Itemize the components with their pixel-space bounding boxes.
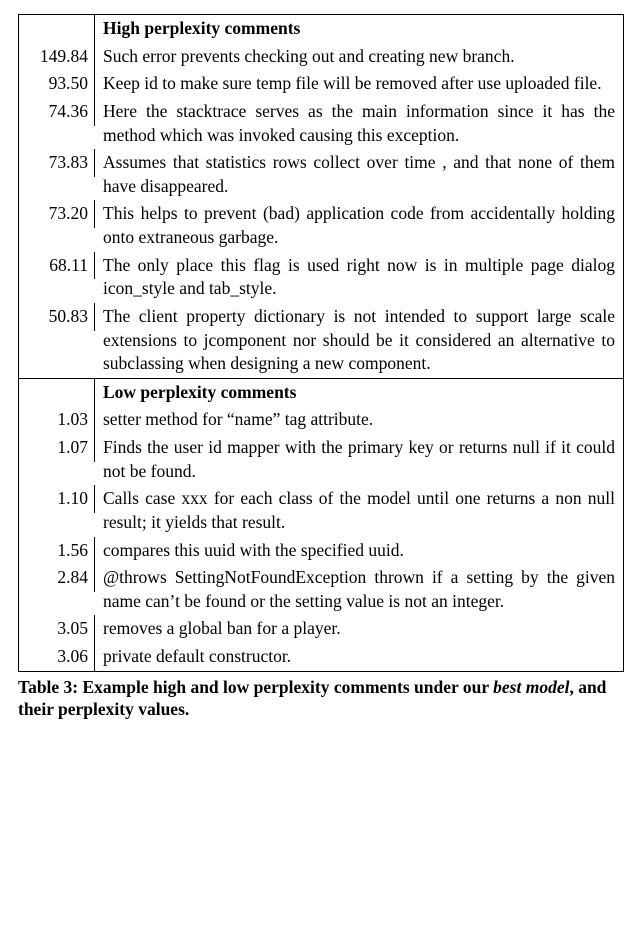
perplexity-value: 50.83 xyxy=(19,303,95,331)
perplexity-value: 73.83 xyxy=(19,149,95,177)
table-section: High perplexity comments149.84Such error… xyxy=(19,15,623,379)
table-row: 1.56compares this uuid with the specifie… xyxy=(19,537,623,565)
perplexity-value: 149.84 xyxy=(19,43,95,71)
perplexity-value: 93.50 xyxy=(19,70,95,98)
perplexity-value: 1.07 xyxy=(19,434,95,462)
comment-text: Keep id to make sure temp file will be r… xyxy=(95,70,623,98)
table-header-text: Low perplexity comments xyxy=(95,379,623,407)
perplexity-value: 1.56 xyxy=(19,537,95,565)
table-header-num xyxy=(19,15,95,43)
comment-text: The only place this flag is used right n… xyxy=(95,252,623,303)
table-row: 3.05removes a global ban for a player. xyxy=(19,615,623,643)
table-row: 73.83Assumes that statistics rows collec… xyxy=(19,149,623,200)
table-header-row: High perplexity comments xyxy=(19,15,623,43)
perplexity-value: 2.84 xyxy=(19,564,95,592)
perplexity-table: High perplexity comments149.84Such error… xyxy=(18,14,624,672)
caption-prefix: Table 3: Example high and low perplexity… xyxy=(18,677,493,697)
comment-text: removes a global ban for a player. xyxy=(95,615,623,643)
comment-text: Such error prevents checking out and cre… xyxy=(95,43,623,71)
perplexity-value: 73.20 xyxy=(19,200,95,228)
table-row: 50.83The client property dictionary is n… xyxy=(19,303,623,378)
comment-text: Here the stacktrace serves as the main i… xyxy=(95,98,623,149)
table-row: 1.03setter method for “name” tag attribu… xyxy=(19,406,623,434)
table-header-text: High perplexity comments xyxy=(95,15,623,43)
table-row: 149.84Such error prevents checking out a… xyxy=(19,43,623,71)
table-row: 1.07Finds the user id mapper with the pr… xyxy=(19,434,623,485)
comment-text: Finds the user id mapper with the primar… xyxy=(95,434,623,485)
perplexity-value: 3.06 xyxy=(19,643,95,671)
perplexity-value: 1.10 xyxy=(19,485,95,513)
comment-text: Assumes that statistics rows collect ove… xyxy=(95,149,623,200)
table-row: 1.10Calls case xxx for each class of the… xyxy=(19,485,623,536)
table-caption: Table 3: Example high and low perplexity… xyxy=(18,676,622,722)
perplexity-value: 3.05 xyxy=(19,615,95,643)
table-row: 2.84@throws SettingNotFoundException thr… xyxy=(19,564,623,615)
comment-text: setter method for “name” tag attribute. xyxy=(95,406,623,434)
table-header-num xyxy=(19,379,95,407)
comment-text: The client property dictionary is not in… xyxy=(95,303,623,378)
table-row: 3.06private default constructor. xyxy=(19,643,623,671)
perplexity-value: 1.03 xyxy=(19,406,95,434)
comment-text: Calls case xxx for each class of the mod… xyxy=(95,485,623,536)
table-row: 74.36Here the stacktrace serves as the m… xyxy=(19,98,623,149)
caption-italic: best model xyxy=(493,677,569,697)
perplexity-value: 68.11 xyxy=(19,252,95,280)
table-row: 68.11The only place this flag is used ri… xyxy=(19,252,623,303)
comment-text: @throws SettingNotFoundException thrown … xyxy=(95,564,623,615)
comment-text: compares this uuid with the specified uu… xyxy=(95,537,623,565)
table-row: 73.20This helps to prevent (bad) applica… xyxy=(19,200,623,251)
comment-text: private default constructor. xyxy=(95,643,623,671)
table-section: Low perplexity comments1.03setter method… xyxy=(19,379,623,671)
comment-text: This helps to prevent (bad) application … xyxy=(95,200,623,251)
table-row: 93.50Keep id to make sure temp file will… xyxy=(19,70,623,98)
table-header-row: Low perplexity comments xyxy=(19,379,623,407)
perplexity-value: 74.36 xyxy=(19,98,95,126)
